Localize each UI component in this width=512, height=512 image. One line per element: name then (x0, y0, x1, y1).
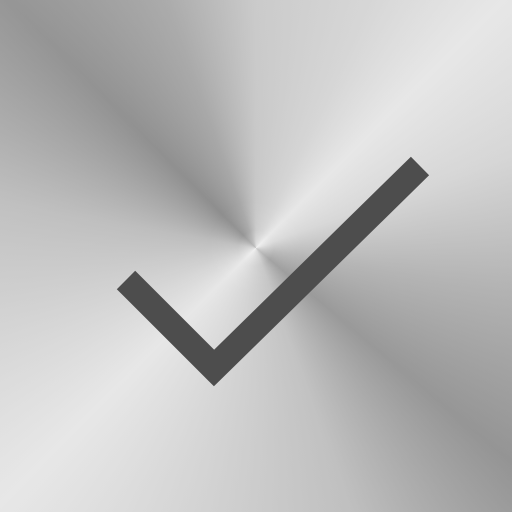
checkmark-icon (116, 156, 430, 387)
app-icon (0, 0, 512, 512)
checkmark-stroke (116, 156, 430, 387)
